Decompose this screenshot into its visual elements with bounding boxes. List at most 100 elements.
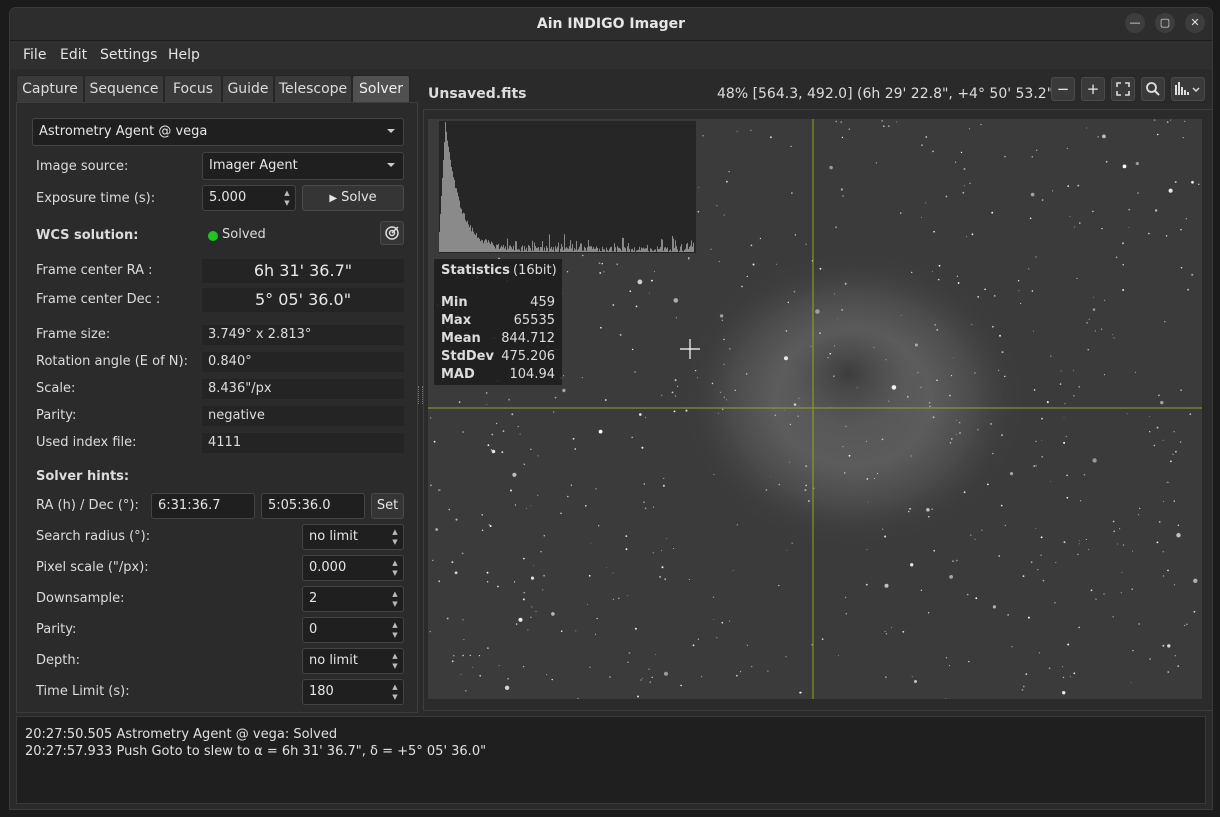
star xyxy=(469,654,471,657)
star xyxy=(778,584,780,587)
star xyxy=(1156,541,1159,544)
menu-edit[interactable]: Edit xyxy=(60,47,87,63)
hint-dec-input[interactable]: 5:05:36.0 xyxy=(261,493,365,519)
star xyxy=(949,665,950,667)
downsample-spin-icon[interactable]: ▲ ▼ xyxy=(391,589,399,609)
star xyxy=(1132,550,1133,552)
star xyxy=(1164,321,1166,323)
log-line: 20:27:50.505 Astrometry Agent @ vega: So… xyxy=(25,727,338,742)
histogram-bar xyxy=(495,248,496,252)
fullscreen-icon xyxy=(1116,82,1130,96)
tab-guide[interactable]: Guide xyxy=(222,75,274,102)
histogram-bar xyxy=(679,250,680,252)
menu-settings[interactable]: Settings xyxy=(100,47,157,63)
star xyxy=(527,629,529,631)
star xyxy=(612,304,615,306)
minus-icon: − xyxy=(1056,80,1070,98)
star xyxy=(974,372,976,374)
star xyxy=(819,332,821,335)
star xyxy=(848,128,850,130)
tab-sequence[interactable]: Sequence xyxy=(84,75,164,102)
histogram-bar xyxy=(568,248,569,252)
star xyxy=(1174,655,1176,657)
tab-solver[interactable]: Solver xyxy=(352,75,410,102)
star xyxy=(627,661,629,663)
histogram-bar xyxy=(671,251,672,252)
pixel-scale-input[interactable]: 0.000 ▲ ▼ xyxy=(302,555,404,581)
time-limit-spin-icon[interactable]: ▲ ▼ xyxy=(391,682,399,702)
pixel-scale-spin-icon[interactable]: ▲ ▼ xyxy=(391,558,399,578)
star xyxy=(1062,691,1066,695)
stretch-menu-button[interactable] xyxy=(1171,77,1205,101)
fits-image[interactable]: Statistics (16bit) Min 459 Max 65535 Mea… xyxy=(428,119,1202,699)
star xyxy=(969,182,971,185)
log-panel[interactable]: 20:27:50.505 Astrometry Agent @ vega: So… xyxy=(16,716,1206,804)
hint-parity-spin-icon[interactable]: ▲ ▼ xyxy=(391,620,399,640)
tab-capture[interactable]: Capture xyxy=(16,75,84,102)
image-source-select[interactable]: Imager Agent xyxy=(202,152,404,180)
star xyxy=(885,359,887,361)
fit-to-window-button[interactable] xyxy=(1111,77,1135,101)
star xyxy=(1189,413,1192,416)
star xyxy=(616,263,619,266)
star xyxy=(928,402,931,404)
star xyxy=(1093,296,1094,298)
close-icon[interactable]: ✕ xyxy=(1185,13,1205,33)
star xyxy=(634,627,637,630)
menu-help[interactable]: Help xyxy=(168,47,200,63)
star xyxy=(834,345,835,347)
histogram-bar xyxy=(463,212,464,252)
histogram-bar xyxy=(503,245,504,252)
exposure-spin-icon[interactable]: ▲ ▼ xyxy=(283,188,291,208)
star xyxy=(1067,185,1070,187)
tab-telescope[interactable]: Telescope xyxy=(274,75,352,102)
histogram-bar xyxy=(462,213,463,252)
histogram-bar xyxy=(618,247,619,252)
histogram-overlay xyxy=(438,120,697,254)
star xyxy=(769,136,772,139)
star xyxy=(811,644,813,646)
zoom-1to1-button[interactable] xyxy=(1141,77,1165,101)
solve-button[interactable]: ▶ Solve xyxy=(302,185,404,211)
star xyxy=(535,611,537,613)
depth-spin-icon[interactable]: ▲ ▼ xyxy=(391,651,399,671)
star xyxy=(951,438,953,440)
zoom-in-button[interactable]: + xyxy=(1081,77,1105,101)
star xyxy=(1050,355,1052,357)
search-radius-spin-icon[interactable]: ▲ ▼ xyxy=(391,527,399,547)
star xyxy=(900,314,902,316)
star xyxy=(729,348,731,350)
histogram-bar xyxy=(483,243,484,252)
target-icon[interactable] xyxy=(380,221,404,245)
star xyxy=(661,394,663,397)
maximize-icon[interactable]: ▢ xyxy=(1155,13,1175,33)
minimize-icon[interactable]: — xyxy=(1125,13,1145,33)
solver-agent-select[interactable]: Astrometry Agent @ vega xyxy=(32,118,404,146)
star xyxy=(1066,147,1068,149)
time-limit-input[interactable]: 180 ▲ ▼ xyxy=(302,679,404,705)
hint-parity-input[interactable]: 0 ▲ ▼ xyxy=(302,617,404,643)
search-radius-input[interactable]: no limit ▲ ▼ xyxy=(302,524,404,550)
star xyxy=(567,495,569,498)
star xyxy=(1063,441,1066,444)
exposure-input[interactable]: 5.000 ▲ ▼ xyxy=(202,185,296,211)
set-button[interactable]: Set xyxy=(371,493,404,519)
tab-focus[interactable]: Focus xyxy=(164,75,222,102)
star xyxy=(966,236,967,238)
star xyxy=(1078,540,1080,542)
histogram-bar xyxy=(589,246,590,252)
star xyxy=(1041,417,1043,420)
zoom-out-button[interactable]: − xyxy=(1051,77,1075,101)
depth-input[interactable]: no limit ▲ ▼ xyxy=(302,648,404,674)
star xyxy=(1065,435,1067,438)
star xyxy=(784,356,788,361)
hint-ra-input[interactable]: 6:31:36.7 xyxy=(151,493,255,519)
star xyxy=(848,454,851,457)
downsample-input[interactable]: 2 ▲ ▼ xyxy=(302,586,404,612)
star xyxy=(1040,554,1042,556)
star xyxy=(1101,227,1103,230)
ra-label: Frame center RA : xyxy=(36,263,153,278)
menu-file[interactable]: File xyxy=(23,47,46,63)
star xyxy=(720,391,722,393)
histogram-bar xyxy=(539,250,540,252)
